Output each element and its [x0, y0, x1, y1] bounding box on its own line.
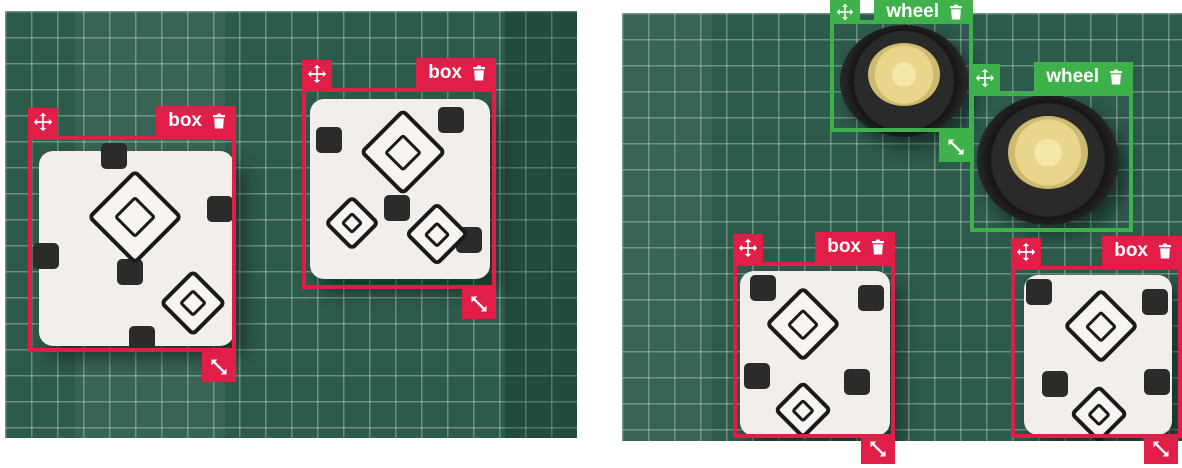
bounding-box[interactable]: box — [1011, 236, 1182, 464]
trash-icon[interactable] — [1156, 241, 1174, 261]
bounding-box[interactable]: box — [28, 106, 236, 382]
resize-icon — [209, 357, 229, 377]
trash-icon[interactable] — [210, 111, 228, 131]
move-icon — [1016, 242, 1036, 262]
box-label-tag: box — [156, 106, 236, 136]
move-handle[interactable] — [1011, 238, 1041, 266]
bbox-label: box — [1114, 240, 1148, 261]
resize-handle[interactable] — [202, 352, 236, 382]
move-icon — [836, 3, 854, 21]
bbox-label: box — [168, 110, 202, 131]
box-label-tag: box — [815, 232, 895, 262]
move-handle[interactable] — [970, 64, 1000, 92]
bounding-box[interactable]: box — [733, 232, 895, 464]
trash-icon[interactable] — [947, 2, 965, 22]
box-label-tag: box — [416, 58, 496, 88]
move-icon — [738, 238, 758, 258]
resize-handle[interactable] — [861, 434, 895, 464]
move-handle[interactable] — [733, 234, 763, 262]
bbox-label: wheel — [886, 1, 939, 22]
move-handle[interactable] — [830, 0, 860, 24]
resize-icon — [946, 137, 966, 157]
bbox-label: box — [827, 236, 861, 257]
trash-icon[interactable] — [1107, 67, 1125, 87]
box-label-tag: box — [1102, 236, 1182, 266]
resize-handle[interactable] — [462, 289, 496, 319]
wheel-label-tag: wheel — [874, 0, 973, 24]
move-icon — [307, 64, 327, 84]
move-handle[interactable] — [28, 108, 58, 136]
trash-icon[interactable] — [470, 63, 488, 83]
bounding-box[interactable]: wheel — [970, 62, 1133, 232]
bounding-box[interactable]: wheel — [830, 0, 973, 162]
resize-handle[interactable] — [939, 132, 973, 162]
bbox-label: wheel — [1046, 66, 1099, 87]
trash-icon[interactable] — [869, 237, 887, 257]
resize-icon — [1151, 439, 1171, 459]
wheel-label-tag: wheel — [1034, 62, 1133, 92]
bbox-label: box — [428, 62, 462, 83]
resize-icon — [868, 439, 888, 459]
resize-handle[interactable] — [1144, 434, 1178, 464]
move-handle[interactable] — [302, 60, 332, 88]
bounding-box[interactable]: box — [302, 58, 496, 319]
move-icon — [33, 112, 53, 132]
resize-icon — [469, 294, 489, 314]
move-icon — [975, 68, 995, 88]
